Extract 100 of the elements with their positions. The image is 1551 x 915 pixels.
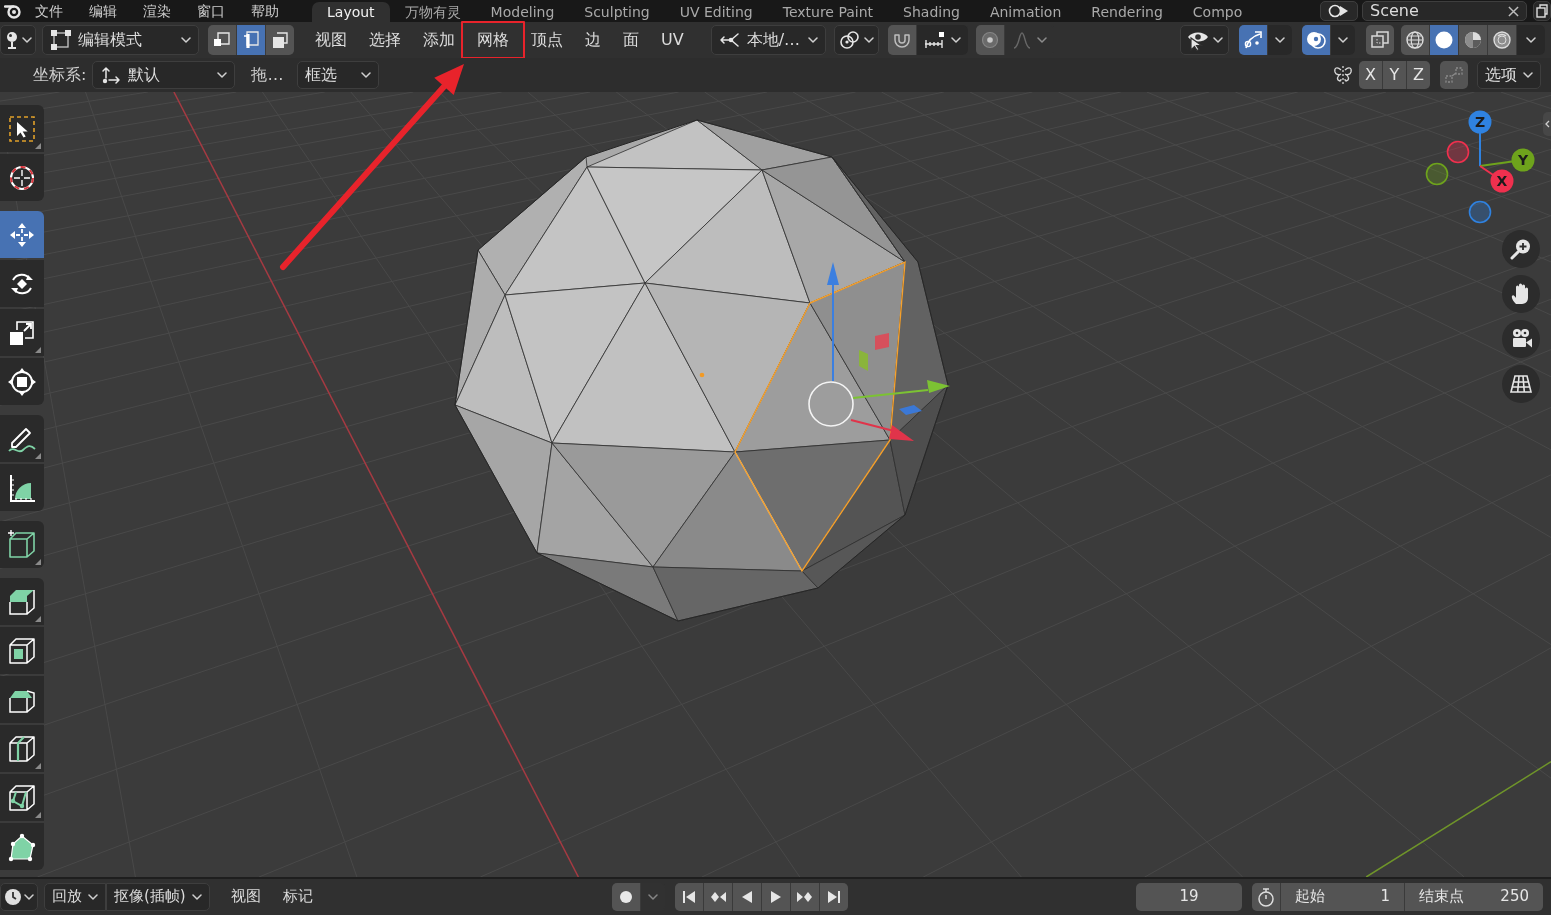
axis-handle[interactable]: X — [1490, 169, 1514, 193]
header-menu[interactable]: 选择 — [358, 25, 412, 55]
header-menu[interactable]: 面 — [612, 25, 650, 55]
select-mode-button[interactable] — [208, 25, 236, 55]
top-menu[interactable]: 文件 — [22, 0, 76, 22]
tool-button[interactable] — [0, 358, 44, 405]
workspace-tab[interactable]: Rendering — [1076, 2, 1178, 22]
x-axis-arrow[interactable] — [850, 419, 914, 441]
workspace-tab[interactable]: 万物有灵 — [389, 2, 476, 22]
tool-button[interactable] — [0, 578, 44, 625]
pivot-dropdown[interactable] — [833, 25, 879, 55]
pan-button[interactable] — [1502, 275, 1540, 313]
workspace-tab[interactable]: Compo — [1177, 2, 1258, 22]
tool-button[interactable] — [0, 105, 44, 152]
xray-toggle[interactable] — [1366, 25, 1394, 55]
tool-button[interactable] — [0, 676, 44, 723]
tool-button[interactable] — [0, 415, 44, 462]
header-menu[interactable]: 边 — [574, 25, 612, 55]
plane-handle[interactable] — [859, 350, 868, 371]
top-menu[interactable]: 窗口 — [184, 0, 238, 22]
mirror-axis-toggle[interactable]: X — [1359, 61, 1382, 89]
select-mode-button[interactable] — [266, 25, 294, 55]
axis-handle[interactable]: Z — [1468, 110, 1492, 134]
workspace-tab[interactable]: Shading — [888, 2, 975, 22]
editor-type-dropdown[interactable] — [0, 25, 36, 55]
workspace-tab[interactable]: Sculpting — [569, 2, 665, 22]
negative-axis-handle[interactable] — [1446, 140, 1470, 164]
playback-button[interactable] — [790, 883, 819, 911]
header-menu[interactable]: UV — [650, 25, 695, 55]
zoom-button[interactable] — [1502, 230, 1540, 268]
tool-button[interactable] — [0, 774, 44, 821]
workspace-tab[interactable]: UV Editing — [664, 2, 768, 22]
tool-button[interactable] — [0, 627, 44, 674]
perspective-toggle-button[interactable] — [1502, 365, 1540, 403]
mode-dropdown[interactable]: 编辑模式 — [42, 25, 199, 55]
top-menu[interactable]: 编辑 — [76, 0, 130, 22]
gizmo-dropdown[interactable] — [1268, 25, 1292, 55]
shading-button[interactable] — [1488, 25, 1516, 55]
preview-range-toggle[interactable] — [1252, 883, 1280, 911]
plane-handle[interactable] — [899, 405, 922, 415]
end-frame-field[interactable]: 结束点 250 — [1405, 883, 1543, 911]
workspace-tab[interactable]: Texture Paint — [767, 2, 889, 22]
drag-dropdown[interactable]: 框选 — [297, 61, 380, 89]
y-axis-arrow[interactable] — [852, 380, 950, 399]
tool-button[interactable] — [0, 309, 44, 356]
view-circle-handle[interactable] — [808, 381, 854, 427]
editor-type-dropdown[interactable] — [0, 883, 38, 911]
timeline-menu[interactable]: 视图 — [219, 883, 272, 911]
timeline-menu[interactable]: 回放 — [44, 883, 106, 911]
negative-axis-handle[interactable] — [1425, 162, 1449, 186]
workspace-tab[interactable]: Animation — [974, 2, 1077, 22]
gizmo-toggle[interactable] — [1239, 25, 1267, 55]
playback-button[interactable] — [732, 883, 761, 911]
workspace-tab[interactable]: Layout — [312, 2, 390, 22]
axis-handle[interactable]: Y — [1511, 148, 1535, 172]
overlay-toggle[interactable] — [1302, 25, 1330, 55]
plane-handle[interactable] — [875, 333, 889, 350]
shading-dropdown[interactable] — [1517, 25, 1545, 55]
playback-button[interactable] — [703, 883, 732, 911]
camera-view-button[interactable] — [1502, 320, 1540, 358]
tool-button[interactable] — [0, 823, 44, 870]
record-button[interactable] — [611, 883, 640, 911]
loop-cut-cube-icon — [7, 733, 37, 764]
mirror-axis-toggle[interactable]: Y — [1383, 61, 1406, 89]
tool-button[interactable] — [0, 260, 44, 307]
snap-target-dropdown[interactable] — [916, 25, 968, 55]
timeline-menu[interactable]: 抠像(插帧) — [106, 883, 210, 911]
visibility-dropdown[interactable] — [1180, 25, 1229, 55]
tool-button[interactable] — [0, 154, 44, 201]
top-menu[interactable]: 帮助 — [238, 0, 292, 22]
orientation-dropdown[interactable]: 默认 — [92, 61, 236, 89]
playback-button[interactable] — [674, 883, 703, 911]
scene-selector-button[interactable] — [1320, 1, 1358, 21]
chevron-down-icon — [1275, 37, 1285, 43]
negative-axis-handle[interactable] — [1468, 200, 1492, 224]
top-menu[interactable]: 渲染 — [130, 0, 184, 22]
tool-button[interactable] — [0, 521, 44, 568]
sidebar-toggle[interactable] — [1543, 112, 1551, 136]
current-frame-field[interactable]: 19 — [1136, 883, 1242, 911]
shading-button[interactable] — [1430, 25, 1458, 55]
start-frame-field[interactable]: 起始 1 — [1281, 883, 1404, 911]
select-mode-button[interactable] — [237, 25, 265, 55]
view-layer-button[interactable] — [1533, 1, 1551, 21]
header-menu[interactable]: 视图 — [304, 25, 358, 55]
shading-button[interactable] — [1459, 25, 1487, 55]
mirror-axis-toggle[interactable]: Z — [1407, 61, 1430, 89]
orientation-dropdown[interactable]: 本地/… — [710, 25, 826, 55]
playback-button[interactable] — [819, 883, 848, 911]
options-dropdown[interactable]: 选项 — [1477, 61, 1541, 89]
tool-button[interactable] — [0, 464, 44, 511]
overlay-dropdown[interactable] — [1331, 25, 1355, 55]
auto-merge-toggle[interactable] — [1440, 61, 1468, 89]
timeline-menu[interactable]: 标记 — [271, 883, 324, 911]
tool-button[interactable] — [0, 725, 44, 772]
proportional-editing-toggle[interactable] — [975, 25, 1004, 55]
shading-button[interactable] — [1401, 25, 1429, 55]
playback-button[interactable] — [761, 883, 790, 911]
workspace-tab[interactable]: Modeling — [475, 2, 570, 22]
snap-toggle[interactable] — [887, 25, 916, 55]
scene-name-field[interactable]: Scene — [1362, 1, 1527, 21]
